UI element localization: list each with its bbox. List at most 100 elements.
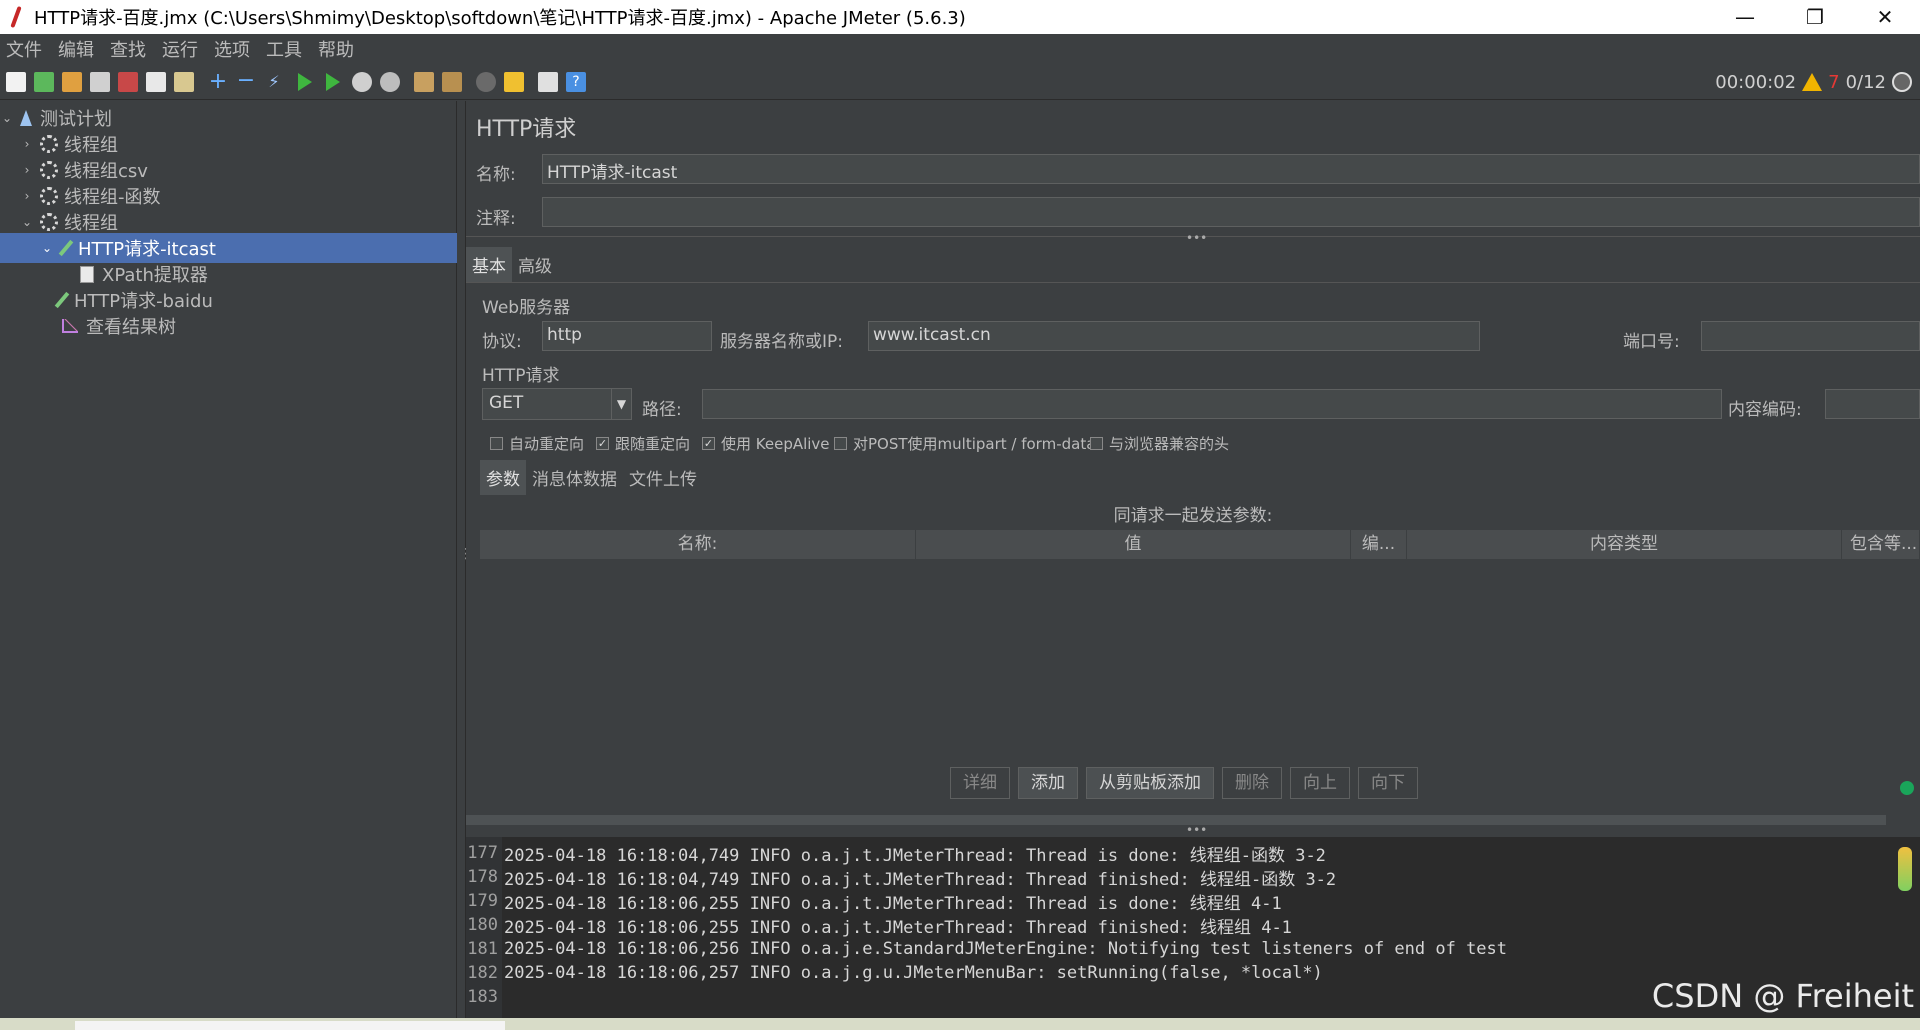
path-field[interactable] [702, 389, 1722, 419]
checkbox-box[interactable] [834, 437, 847, 450]
save-icon[interactable] [90, 71, 110, 92]
http-request-group-title: HTTP请求 [482, 366, 560, 386]
port-field[interactable] [1701, 321, 1920, 351]
divider-grip-icon[interactable]: ••• [1186, 231, 1207, 245]
menu-search[interactable]: 查找 [110, 36, 146, 62]
port-label: 端口号: [1623, 332, 1680, 352]
cut-icon[interactable] [118, 71, 138, 92]
section-divider[interactable]: ••• [466, 231, 1920, 246]
name-field[interactable]: HTTP请求-itcast [542, 154, 1920, 184]
clear-icon[interactable] [414, 71, 434, 92]
tree-node-view-results-tree[interactable]: 查看结果树 [62, 311, 176, 341]
chevron-down-icon[interactable]: ▼ [611, 389, 631, 419]
warning-icon[interactable] [1802, 73, 1823, 91]
keepalive-checkbox[interactable]: ✓ 使用 KeepAlive [702, 433, 830, 454]
checkbox-box[interactable] [1090, 437, 1103, 450]
divider-grip-icon[interactable]: ••• [1186, 823, 1207, 837]
log-line-text: 2025-04-18 16:18:06,256 INFO o.a.j.e.Sta… [504, 939, 1508, 959]
collapse-icon[interactable]: − [236, 69, 256, 92]
checkbox-label: 与浏览器兼容的头 [1109, 435, 1230, 453]
tree-node-label: 查看结果树 [86, 317, 176, 338]
watermark: CSDN @ Freiheit [1651, 977, 1914, 1015]
menu-run[interactable]: 运行 [162, 36, 198, 62]
stop-icon[interactable] [352, 71, 372, 92]
server-field[interactable]: www.itcast.cn [868, 321, 1480, 351]
checkbox-box[interactable] [490, 437, 503, 450]
log-line-number: 182 [466, 961, 502, 985]
menu-edit[interactable]: 编辑 [58, 36, 94, 62]
detail-button[interactable]: 详细 [950, 767, 1010, 799]
clear-all-icon[interactable] [442, 71, 462, 92]
tree-node-label: HTTP请求-itcast [78, 239, 216, 260]
move-down-button[interactable]: 向下 [1358, 767, 1418, 799]
chevron-right-icon[interactable]: › [20, 137, 34, 151]
vertical-splitter[interactable]: ⋮ [457, 101, 473, 1018]
toggle-icon[interactable]: ⚡ [264, 72, 284, 92]
horizontal-scrollbar[interactable] [466, 815, 1886, 825]
reset-search-icon[interactable] [504, 71, 524, 92]
method-select[interactable]: GET ▼ [482, 388, 632, 420]
search-icon[interactable] [476, 71, 496, 92]
minimize-button[interactable]: — [1710, 0, 1780, 34]
column-encode[interactable]: 编... [1351, 530, 1407, 559]
templates-icon[interactable] [34, 71, 54, 92]
tree-node-label: 线程组-函数 [64, 187, 161, 208]
delete-button[interactable]: 删除 [1222, 767, 1282, 799]
chevron-down-icon[interactable]: ⌄ [0, 111, 14, 125]
add-button[interactable]: 添加 [1018, 767, 1078, 799]
function-helper-icon[interactable] [538, 71, 558, 92]
column-content-type[interactable]: 内容类型 [1407, 530, 1842, 559]
tab-advanced[interactable]: 高级 [512, 247, 558, 282]
encoding-field[interactable] [1825, 389, 1920, 419]
add-from-clipboard-button[interactable]: 从剪贴板添加 [1086, 767, 1214, 799]
checkbox-checked-icon[interactable]: ✓ [596, 437, 609, 450]
maximize-button[interactable]: ❐ [1780, 0, 1850, 34]
params-table-body[interactable] [480, 559, 1920, 759]
new-icon[interactable] [6, 71, 26, 92]
comment-field[interactable] [542, 197, 1920, 227]
column-include-equals[interactable]: 包含等... [1842, 530, 1920, 559]
comment-label: 注释: [476, 209, 516, 229]
log-viewer[interactable]: 177 2025-04-18 16:18:04,749 INFO o.a.j.t… [466, 837, 1920, 1018]
chevron-down-icon[interactable]: ⌄ [20, 215, 34, 229]
auto-redirect-checkbox[interactable]: 自动重定向 [490, 433, 584, 454]
checkbox-checked-icon[interactable]: ✓ [702, 437, 715, 450]
tree-node-label: XPath提取器 [102, 265, 208, 286]
menu-options[interactable]: 选项 [214, 36, 250, 62]
protocol-field[interactable]: http [542, 321, 712, 351]
subtab-body-data[interactable]: 消息体数据 [526, 460, 623, 495]
column-name[interactable]: 名称: [480, 530, 916, 559]
copy-icon[interactable] [146, 71, 166, 92]
chevron-down-icon[interactable]: ⌄ [40, 241, 54, 255]
start-no-pause-icon[interactable] [326, 72, 340, 91]
chevron-right-icon[interactable]: › [20, 189, 34, 203]
shutdown-icon[interactable] [380, 71, 400, 92]
log-scroll-indicator[interactable] [1898, 847, 1912, 891]
log-line-text: 2025-04-18 16:18:04,749 INFO o.a.j.t.JMe… [504, 845, 1326, 866]
jmeter-feather-icon [8, 6, 24, 28]
menu-help[interactable]: 帮助 [318, 36, 354, 62]
paste-icon[interactable] [174, 71, 194, 92]
tree-node-http-itcast[interactable]: ⌄ HTTP请求-itcast [0, 233, 457, 263]
multipart-checkbox[interactable]: 对POST使用multipart / form-data [834, 433, 1095, 454]
start-icon[interactable] [298, 72, 312, 91]
chevron-right-icon[interactable]: › [20, 163, 34, 177]
subtab-file-upload[interactable]: 文件上传 [623, 460, 703, 495]
expand-icon[interactable]: + [208, 70, 228, 92]
move-up-button[interactable]: 向上 [1290, 767, 1350, 799]
checkbox-label: 对POST使用multipart / form-data [853, 435, 1096, 453]
browser-headers-checkbox[interactable]: 与浏览器兼容的头 [1090, 433, 1229, 454]
close-button[interactable]: ✕ [1850, 0, 1920, 34]
log-divider[interactable]: ••• [466, 811, 1920, 837]
menu-file[interactable]: 文件 [6, 36, 42, 62]
elapsed-time: 00:00:02 [1715, 71, 1797, 93]
help-icon[interactable]: ? [566, 71, 586, 92]
method-value: GET [489, 393, 524, 413]
follow-redirect-checkbox[interactable]: ✓ 跟随重定向 [596, 433, 690, 454]
menu-tools[interactable]: 工具 [266, 36, 302, 62]
open-icon[interactable] [62, 71, 82, 92]
subtab-parameters[interactable]: 参数 [480, 459, 526, 495]
tab-basic[interactable]: 基本 [466, 247, 512, 282]
remote-globe-icon[interactable] [1892, 72, 1912, 92]
column-value[interactable]: 值 [916, 530, 1351, 559]
